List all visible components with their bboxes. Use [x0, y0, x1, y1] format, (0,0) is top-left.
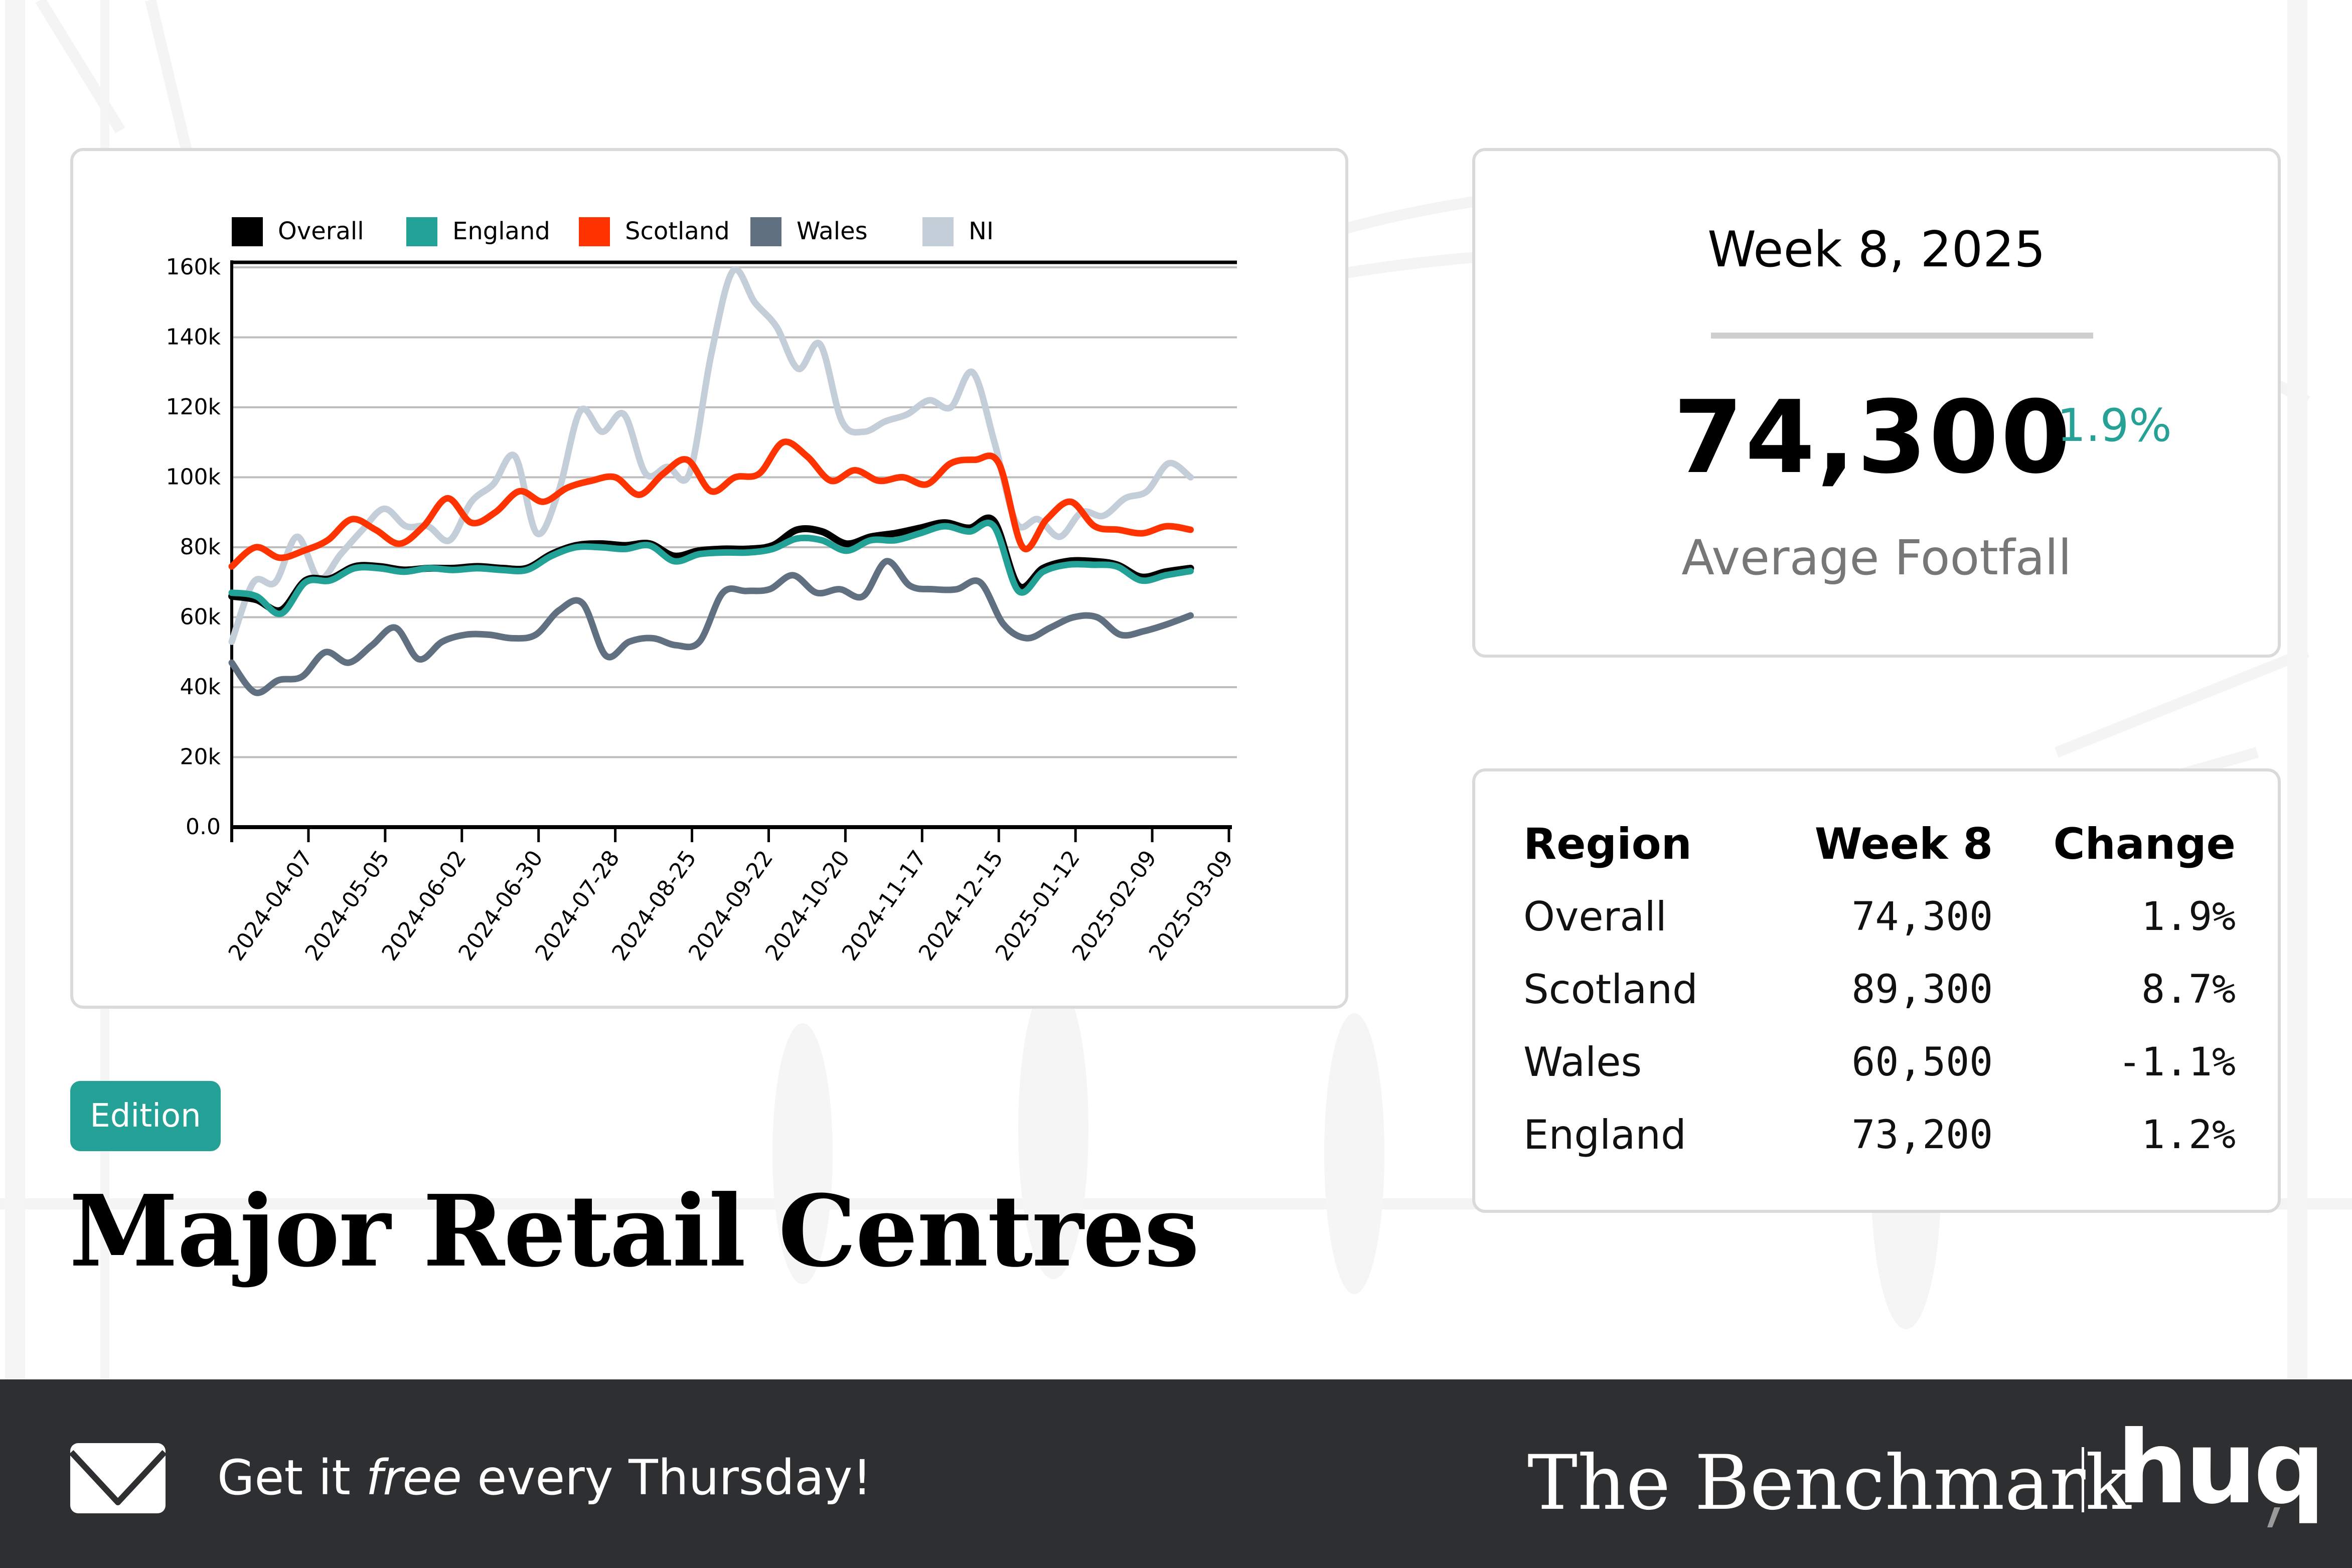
- y-tick-label: 20k: [180, 744, 221, 770]
- subscribe-cta[interactable]: Get it free every Thursday!: [217, 1450, 872, 1506]
- y-tick-label: 120k: [166, 394, 221, 420]
- kpi-week-label: Week 8, 2025: [1707, 221, 2046, 278]
- y-tick-label: 0.0: [186, 814, 221, 840]
- legend-swatch-ni: [922, 217, 954, 246]
- table-row: England 73,200 1.2%: [1523, 1108, 2236, 1180]
- row-region: England: [1523, 1112, 1686, 1158]
- series-line-england: [228, 520, 1194, 617]
- row-value: 60,500: [1851, 1039, 1993, 1085]
- brand-separator: [2082, 1447, 2084, 1512]
- kpi-value: 74,300: [1673, 379, 2073, 496]
- y-tick-label: 80k: [180, 534, 221, 560]
- cta-text-start: Get it: [217, 1450, 366, 1506]
- row-region: Wales: [1523, 1039, 1642, 1085]
- header-region: Region: [1523, 819, 1692, 869]
- legend-label-scotland: Scotland: [625, 217, 730, 245]
- kpi-change: 1.9%: [2057, 399, 2172, 452]
- chart-card: 0.0 20k 40k 60k 80k 100k 120k 140k 160k 2024-04-0…: [70, 148, 1348, 1009]
- cta-text-end: every Thursday!: [461, 1450, 872, 1506]
- edition-badge: Edition: [70, 1081, 221, 1151]
- y-tick-label: 60k: [180, 604, 221, 630]
- region-table: Region Week 8 Change Overall 74,300 1.9%…: [1523, 819, 2236, 1180]
- row-change: 8.7%: [2141, 967, 2236, 1012]
- y-tick-label: 140k: [166, 325, 221, 350]
- logo-tick-icon: [2267, 1507, 2280, 1527]
- row-region: Scotland: [1523, 966, 1698, 1013]
- series-line-ni: [228, 266, 1194, 645]
- row-value: 89,300: [1851, 967, 1993, 1012]
- row-region: Overall: [1523, 893, 1667, 940]
- legend-swatch-england: [406, 217, 437, 246]
- row-change: -1.1%: [2118, 1039, 2236, 1085]
- row-value: 73,200: [1851, 1112, 1993, 1158]
- table-header-row: Region Week 8 Change: [1523, 819, 2236, 889]
- brand-name: The Benchmark: [1527, 1440, 2131, 1527]
- page-title: Major Retail Centres: [69, 1174, 1199, 1289]
- region-table-card: Region Week 8 Change Overall 74,300 1.9%…: [1472, 768, 2281, 1213]
- series-line-wales: [228, 558, 1194, 696]
- header-change: Change: [2053, 819, 2236, 869]
- table-row: Wales 60,500 -1.1%: [1523, 1035, 2236, 1108]
- y-tick-label: 160k: [166, 254, 221, 280]
- legend-label-wales: Wales: [797, 217, 868, 245]
- header-week: Week 8: [1814, 819, 1993, 869]
- envelope-icon[interactable]: [70, 1443, 166, 1513]
- table-row: Scotland 89,300 8.7%: [1523, 962, 2236, 1035]
- y-tick-label: 40k: [180, 674, 221, 700]
- y-tick-label: 100k: [166, 464, 221, 490]
- table-row: Overall 74,300 1.9%: [1523, 889, 2236, 962]
- kpi-divider: [1711, 333, 2093, 339]
- footfall-line-chart: 0.020k40k60k80k100k120k140k160k2024-04-0…: [166, 217, 1238, 966]
- huq-logo: huq: [2117, 1409, 2325, 1526]
- legend-label-ni: NI: [969, 217, 994, 245]
- legend-swatch-wales: [750, 217, 781, 246]
- kpi-card: Week 8, 2025 74,300 1.9% Average Footfal…: [1472, 148, 2281, 658]
- legend-label-england: England: [452, 217, 550, 245]
- row-value: 74,300: [1851, 894, 1993, 939]
- legend-swatch-overall: [232, 217, 263, 246]
- row-change: 1.9%: [2141, 894, 2236, 939]
- legend-label-overall: Overall: [278, 217, 364, 245]
- legend-swatch-scotland: [579, 217, 610, 246]
- kpi-label: Average Footfall: [1681, 530, 2072, 586]
- cta-emphasis: free: [366, 1450, 462, 1506]
- row-change: 1.2%: [2141, 1112, 2236, 1158]
